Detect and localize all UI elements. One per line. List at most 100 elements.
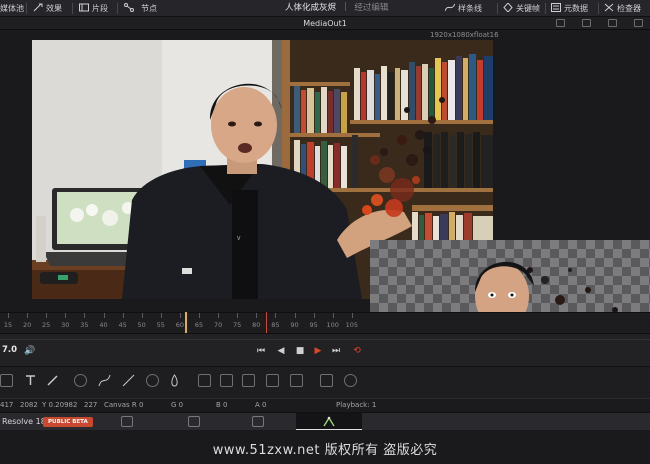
playhead[interactable] [185, 312, 187, 333]
effects-button[interactable]: 效果 [33, 0, 62, 17]
edit-page-icon[interactable] [252, 416, 264, 427]
spline-label: 样条线 [458, 4, 482, 13]
clips-label: 片段 [92, 4, 108, 13]
fusion-page-icon [323, 416, 335, 427]
transform-tool-icon[interactable] [266, 374, 279, 387]
timeline-ruler[interactable]: 15 20 25 30 35 40 45 50 55 60 65 70 75 80 85 90 95 100 105 [0, 312, 650, 334]
value-readout: 227 [84, 401, 98, 409]
tool-bar [0, 366, 650, 398]
page-bar: Resolve 18 PUBLIC BETA [0, 412, 650, 431]
inspector-button[interactable]: 检查器 [604, 0, 641, 17]
divider [117, 3, 118, 14]
viewer-header: MediaOut1 [0, 17, 650, 30]
spline-icon [445, 3, 455, 12]
playback-readout: Playback: 1 [336, 401, 377, 409]
beta-badge: PUBLIC BETA [43, 417, 93, 427]
ruler-tick-label: 15 [3, 321, 13, 329]
blur-tool-icon[interactable] [122, 374, 135, 387]
ruler-tick [122, 313, 124, 318]
mask-tool-icon[interactable] [242, 374, 255, 387]
nodes-button[interactable]: 节点 [124, 0, 157, 17]
glow-tool-icon[interactable] [146, 374, 159, 387]
ruler-tick-label: 60 [175, 321, 185, 329]
loop-icon[interactable]: ⟲ [352, 347, 362, 356]
ruler-tick-label: 40 [99, 321, 108, 329]
viewer-options-icon[interactable] [556, 19, 565, 27]
effects-label: 效果 [46, 4, 62, 13]
text-tool-icon[interactable] [24, 374, 37, 387]
project-title-text: 人体化成灰烬 [285, 3, 337, 13]
ruler-tick [351, 313, 353, 318]
ruler-tick [141, 313, 143, 318]
viewer-more-icon[interactable] [634, 19, 643, 27]
shirt-logo: V [237, 236, 241, 242]
clips-icon [79, 3, 89, 12]
ruler-tick [84, 313, 86, 318]
viewer-title: MediaOut1 [303, 19, 347, 28]
ruler-tick [65, 313, 67, 318]
ruler-tick-label: 80 [252, 321, 261, 329]
coord-x: 417 [0, 401, 14, 409]
keyframes-button[interactable]: 关键帧 [503, 0, 540, 17]
ruler-tick-label: 105 [345, 321, 359, 329]
ruler-tick [256, 313, 258, 318]
ruler-tick-label: 90 [290, 321, 299, 329]
render-end-marker[interactable] [266, 312, 267, 333]
select-tool-icon[interactable] [0, 374, 13, 387]
divider [344, 2, 346, 11]
viewer-layout-icon[interactable] [582, 19, 591, 27]
project-title: 人体化成灰烬 经过编辑 [285, 0, 388, 17]
rect-mask-icon[interactable] [320, 374, 333, 387]
ruler-tick [8, 313, 9, 318]
current-frame[interactable]: 7.0 [2, 345, 17, 355]
nodes-label: 节点 [141, 4, 157, 13]
keyframes-label: 关键帧 [516, 4, 540, 13]
media-pool-label: 媒体池 [0, 4, 24, 13]
ellipse-mask-icon[interactable] [344, 374, 357, 387]
background-tool-icon[interactable] [220, 374, 233, 387]
top-menu-bar: 媒体池 效果 片段 节点 人体化成灰烬 经过编辑 样条线 关键帧 元数据 检查器 [0, 0, 650, 17]
ruler-tick-label: 25 [42, 321, 51, 329]
divider [545, 3, 546, 14]
transport-bar: 7.0 🔊 ⏮ ◀ ■ ▶ ⏭ ⟲ [0, 334, 650, 366]
clips-button[interactable]: 片段 [79, 0, 108, 17]
cut-page-icon[interactable] [188, 416, 200, 427]
crop-tool-icon[interactable] [290, 374, 303, 387]
keyframes-icon [503, 3, 513, 12]
divider [598, 3, 599, 14]
ruler-tick [46, 313, 48, 318]
fusion-page-tab[interactable] [296, 413, 362, 431]
paint-tool-icon[interactable] [46, 374, 59, 387]
ruler-tick [294, 313, 296, 318]
step-back-icon[interactable]: ◀ [276, 347, 286, 356]
ruler-tick [237, 313, 239, 318]
play-icon[interactable]: ▶ [313, 347, 323, 356]
audio-icon[interactable]: 🔊 [24, 347, 35, 356]
resolution-readout: 1920x1080xfloat16 [430, 31, 499, 39]
stop-icon[interactable]: ■ [295, 347, 305, 356]
ruler-tick [275, 313, 277, 318]
ruler-tick-label: 55 [156, 321, 165, 329]
g-readout: G 0 [171, 401, 184, 409]
spline-button[interactable]: 样条线 [445, 0, 482, 17]
go-to-start-icon[interactable]: ⏮ [256, 347, 266, 356]
y-readout: Y 0.20982 [42, 401, 78, 409]
ruler-tick-label: 30 [61, 321, 70, 329]
go-to-end-icon[interactable]: ⏭ [331, 347, 341, 356]
ruler-tick-label: 85 [271, 321, 280, 329]
ruler-tick-label: 45 [118, 321, 127, 329]
media-pool-button[interactable]: 媒体池 [0, 0, 24, 17]
viewer-lut-icon[interactable] [608, 19, 617, 27]
curve-tool-icon[interactable] [98, 374, 111, 387]
merge-tool-icon[interactable] [198, 374, 211, 387]
app-name: Resolve 18 [2, 417, 46, 426]
b-readout: B 0 [216, 401, 228, 409]
ruler-tick-label: 50 [137, 321, 146, 329]
drop-tool-icon[interactable] [168, 374, 181, 387]
particle-tool-icon[interactable] [74, 374, 87, 387]
watermark-text: www.51zxw.net 版权所有 盗版必究 [212, 443, 438, 458]
inspector-label: 检查器 [617, 4, 641, 13]
edited-status: 经过编辑 [354, 3, 389, 13]
metadata-button[interactable]: 元数据 [551, 0, 588, 17]
media-page-icon[interactable] [121, 416, 133, 427]
